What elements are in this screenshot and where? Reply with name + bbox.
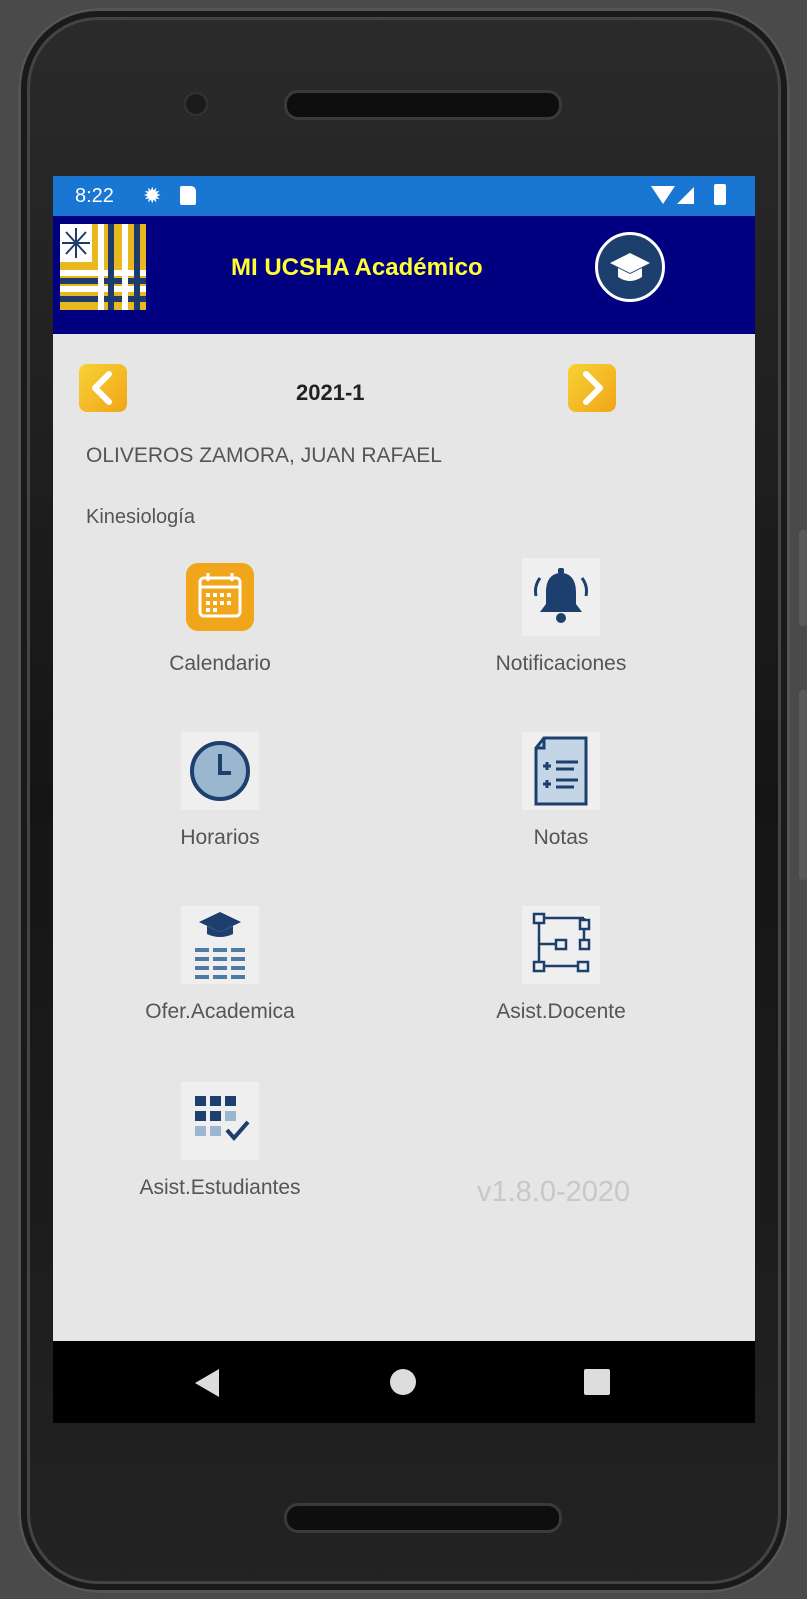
recent-apps-icon[interactable]: [584, 1369, 610, 1395]
signal-icon: [677, 187, 694, 204]
sd-card-icon: [180, 186, 196, 205]
academic-offer-icon: [181, 906, 259, 984]
calendar-icon: [181, 558, 259, 636]
menu-item-horarios[interactable]: Horarios: [100, 732, 340, 882]
period-selector: 2021-1: [53, 334, 755, 434]
bell-icon: [522, 558, 600, 636]
menu-item-label: Asist.Estudiantes: [139, 1176, 301, 1199]
power-button: [799, 690, 807, 880]
menu-item-notificaciones[interactable]: Notificaciones: [441, 558, 681, 708]
career-name: Kinesiología: [86, 506, 195, 528]
student-name: OLIVEROS ZAMORA, JUAN RAFAEL: [86, 444, 442, 467]
wifi-icon: [651, 186, 675, 204]
next-period-button[interactable]: [568, 364, 616, 412]
home-icon[interactable]: [390, 1369, 416, 1395]
workflow-icon: [522, 906, 600, 984]
menu-item-asist-estudiantes[interactable]: Asist.Estudiantes: [100, 1082, 340, 1232]
battery-icon: [714, 184, 726, 205]
app-bar: MI UCSHA Académico: [53, 216, 755, 334]
top-speaker: [284, 90, 562, 120]
back-icon[interactable]: [195, 1369, 219, 1397]
menu-item-notas[interactable]: Notas: [441, 732, 681, 882]
menu-item-asist-docente[interactable]: Asist.Docente: [441, 906, 681, 1056]
navigation-bar: [53, 1341, 755, 1423]
grades-document-icon: [522, 732, 600, 810]
menu-item-label: Notificaciones: [495, 652, 627, 675]
settings-notification-icon: ✹: [143, 183, 162, 208]
chevron-right-icon: [583, 371, 603, 405]
volume-button: [799, 530, 807, 626]
graduation-cap-icon: [610, 253, 650, 281]
attendance-grid-icon: [181, 1082, 259, 1160]
previous-period-button[interactable]: [79, 364, 127, 412]
app-version: v1.8.0-2020: [477, 1176, 631, 1208]
ucsha-logo-icon: [60, 224, 146, 310]
chevron-left-icon: [92, 371, 112, 405]
menu-item-label: Notas: [533, 826, 589, 849]
menu-item-label: Ofer.Academica: [145, 1000, 295, 1023]
menu-item-label: Asist.Docente: [496, 1000, 626, 1023]
graduation-cap-button[interactable]: [595, 232, 665, 302]
clock-icon: [181, 732, 259, 810]
bottom-speaker: [284, 1503, 562, 1533]
menu-item-ofer-academica[interactable]: Ofer.Academica: [100, 906, 340, 1056]
app-title: MI UCSHA Académico: [231, 254, 483, 281]
status-time: 8:22: [75, 185, 114, 207]
menu-item-calendario[interactable]: Calendario: [100, 558, 340, 708]
status-bar: 8:22 ✹: [53, 176, 755, 216]
front-camera: [186, 94, 206, 114]
menu-item-label: Horarios: [180, 826, 260, 849]
screen: 8:22 ✹ MI UCSHA Académico 2021-1 OLIVERO…: [53, 176, 755, 1423]
period-label: 2021-1: [296, 380, 365, 405]
menu-item-label: Calendario: [169, 652, 271, 675]
